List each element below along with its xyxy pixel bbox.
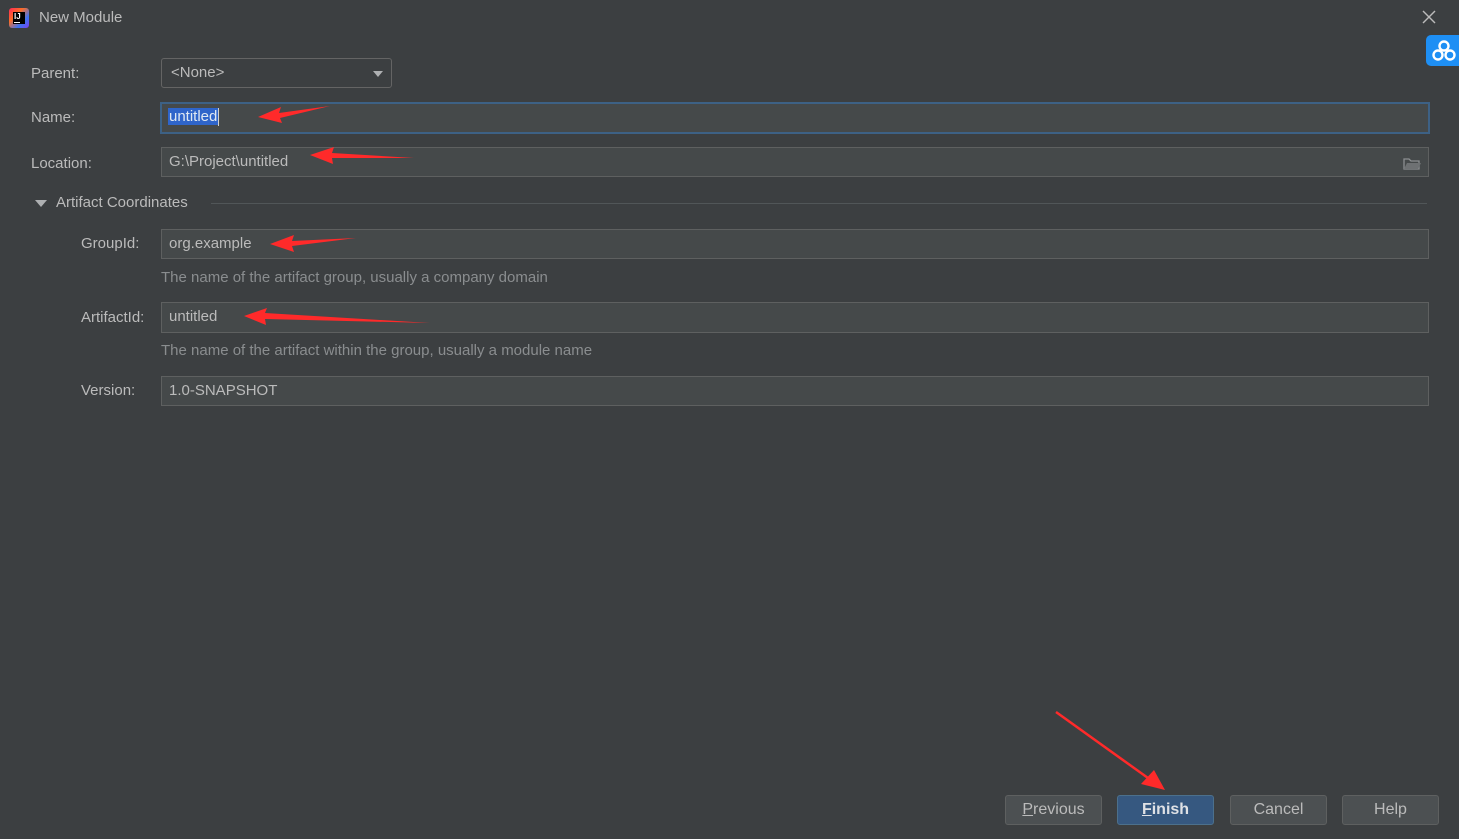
help-button[interactable]: Help xyxy=(1342,795,1439,825)
triangle-down-icon xyxy=(35,200,47,207)
close-icon xyxy=(1422,10,1436,24)
folder-icon[interactable] xyxy=(1403,157,1421,170)
text-caret xyxy=(218,108,220,127)
artifactid-label: ArtifactId: xyxy=(81,309,145,326)
version-field[interactable]: 1.0-SNAPSHOT xyxy=(161,376,1429,406)
close-button[interactable] xyxy=(1418,6,1440,28)
groupid-field[interactable]: org.example xyxy=(161,229,1429,259)
groupid-hint: The name of the artifact group, usually … xyxy=(161,269,548,286)
artifactid-field[interactable]: untitled xyxy=(161,302,1429,333)
location-field[interactable]: G:\Project\untitled xyxy=(161,147,1429,177)
name-value: untitled xyxy=(168,108,219,125)
finish-button[interactable]: Finish xyxy=(1117,795,1214,825)
help-label: Help xyxy=(1374,801,1407,818)
location-value: G:\Project\untitled xyxy=(169,153,289,170)
name-label: Name: xyxy=(31,109,76,126)
chevron-down-icon xyxy=(373,71,383,77)
version-value: 1.0-SNAPSHOT xyxy=(169,382,278,399)
finish-mnemonic: F xyxy=(1141,801,1152,818)
cancel-label: Cancel xyxy=(1253,801,1304,818)
parent-value: <None> xyxy=(171,64,225,81)
previous-label: revious xyxy=(1033,801,1085,818)
window-title: New Module xyxy=(39,9,123,26)
artifactid-value: untitled xyxy=(169,308,218,325)
cancel-button[interactable]: Cancel xyxy=(1230,795,1327,825)
title-bar: IJ New Module xyxy=(0,0,1459,38)
cloud-sync-icon xyxy=(1432,40,1456,61)
name-field[interactable]: untitled xyxy=(160,102,1430,134)
location-label: Location: xyxy=(31,155,92,172)
finish-label: inish xyxy=(1151,801,1190,818)
groupid-label: GroupId: xyxy=(81,235,140,252)
previous-mnemonic: P xyxy=(1022,801,1034,818)
side-badge[interactable] xyxy=(1426,35,1459,66)
parent-combo[interactable]: <None> xyxy=(161,58,392,88)
intellij-idea-icon: IJ xyxy=(9,8,29,28)
section-title: Artifact Coordinates xyxy=(56,194,188,211)
artifactid-hint: The name of the artifact within the grou… xyxy=(161,342,593,359)
version-label: Version: xyxy=(81,382,136,399)
section-divider xyxy=(211,203,1427,204)
groupid-value: org.example xyxy=(169,235,252,252)
parent-label: Parent: xyxy=(31,65,80,82)
annotation-arrow xyxy=(1055,710,1165,790)
previous-button[interactable]: Previous xyxy=(1005,795,1102,825)
